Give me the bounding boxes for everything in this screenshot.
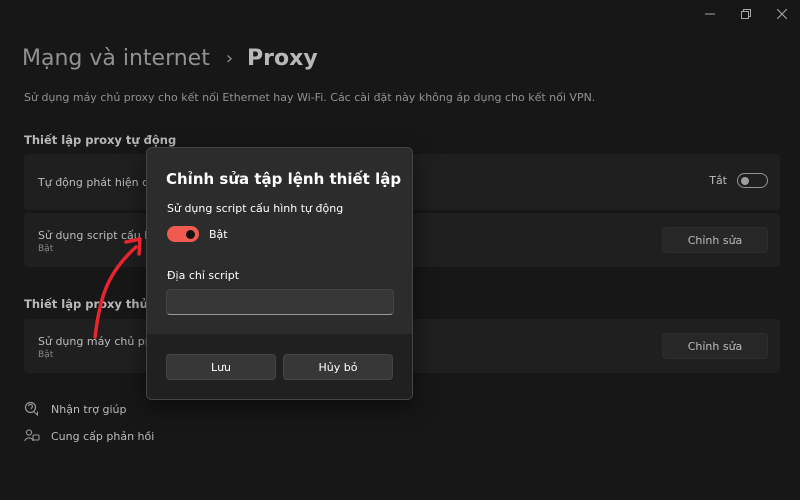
save-button[interactable]: Lưu (166, 354, 276, 380)
script-address-label: Địa chỉ script (167, 269, 240, 282)
auto-script-toggle-group: Bật (167, 226, 228, 242)
auto-script-toggle-label: Sử dụng script cấu hình tự động (167, 202, 344, 215)
toggle-knob (186, 229, 195, 239)
auto-script-toggle-state: Bật (209, 227, 228, 241)
edit-setup-script-dialog: Chỉnh sửa tập lệnh thiết lập Sử dụng scr… (146, 147, 413, 400)
dialog-footer: Lưu Hủy bỏ (147, 334, 412, 399)
cancel-button[interactable]: Hủy bỏ (283, 354, 393, 380)
script-address-input[interactable] (166, 289, 394, 315)
dialog-title: Chỉnh sửa tập lệnh thiết lập (166, 170, 402, 188)
auto-script-toggle[interactable] (167, 226, 199, 242)
